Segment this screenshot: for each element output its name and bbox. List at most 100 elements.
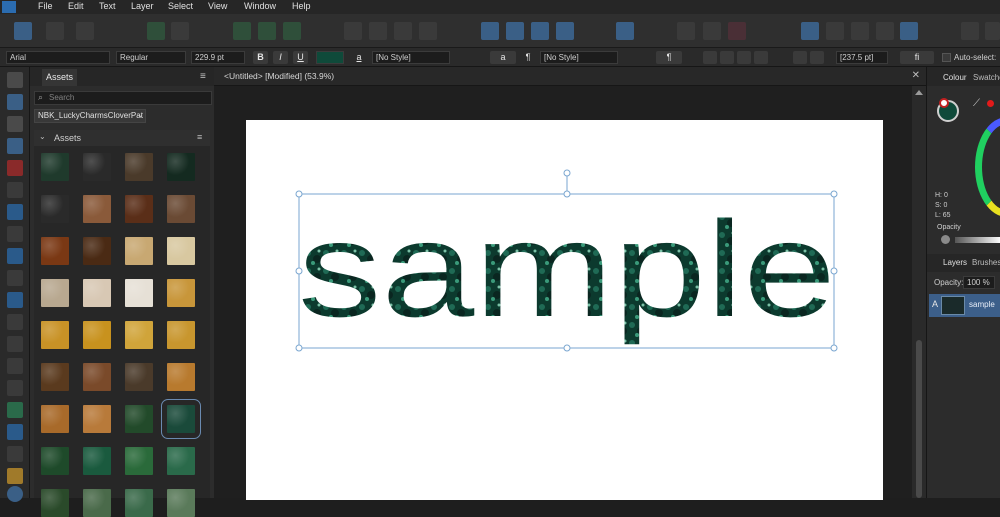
subcategory-header[interactable]: Assets	[34, 130, 210, 146]
resize-handle[interactable]	[563, 344, 571, 352]
menu-edit[interactable]: Edit	[68, 1, 84, 11]
document-setup-icon[interactable]	[147, 22, 165, 40]
resize-handle[interactable]	[830, 267, 838, 275]
tracking-field[interactable]: [237.5 pt]	[836, 51, 888, 64]
tab-swatches[interactable]: Swatche	[973, 73, 1000, 82]
underline-button[interactable]: U	[293, 51, 308, 64]
asset-swatch[interactable]	[41, 279, 69, 307]
opacity-slider[interactable]	[955, 237, 1000, 243]
ellipse-tool-icon[interactable]	[7, 358, 23, 374]
asset-swatch[interactable]	[125, 237, 153, 265]
tab-colour[interactable]: Colour	[943, 73, 967, 82]
resize-handle[interactable]	[295, 267, 303, 275]
asset-swatch[interactable]	[83, 195, 111, 223]
align-icon[interactable]	[616, 22, 634, 40]
text-fill-swatch[interactable]	[316, 51, 344, 64]
menu-window[interactable]: Window	[244, 1, 276, 11]
boolean-xor-icon[interactable]	[876, 22, 894, 40]
stroke-colour-well[interactable]	[939, 98, 949, 108]
snapping-magnet-icon[interactable]	[728, 22, 746, 40]
move-tool-icon[interactable]	[7, 72, 23, 88]
asset-swatch[interactable]	[167, 489, 195, 517]
node-tool-icon[interactable]	[7, 116, 23, 132]
eyedropper-icon[interactable]: ⟋	[973, 98, 980, 109]
menu-file[interactable]: File	[38, 1, 53, 11]
transform-origin-icon[interactable]	[677, 22, 695, 40]
asset-swatch[interactable]	[41, 321, 69, 349]
order-front-icon[interactable]	[419, 22, 437, 40]
corner-tool-icon[interactable]	[7, 160, 23, 176]
canvas[interactable]: sample	[214, 86, 912, 500]
menu-help[interactable]: Help	[292, 1, 311, 11]
asset-swatch[interactable]	[125, 447, 153, 475]
colour-wheel[interactable]	[975, 117, 1000, 217]
paragraph-style-field[interactable]: [No Style]	[540, 51, 618, 64]
font-family-field[interactable]: Arial	[6, 51, 110, 64]
asset-swatch[interactable]	[125, 279, 153, 307]
persona-export-icon[interactable]	[76, 22, 94, 40]
asset-swatch[interactable]	[41, 237, 69, 265]
persona-pixel-icon[interactable]	[46, 22, 64, 40]
bullets-icon[interactable]	[793, 51, 807, 64]
asset-swatch[interactable]	[167, 447, 195, 475]
scroll-up-icon[interactable]	[915, 90, 923, 95]
crop-tool-icon[interactable]	[7, 314, 23, 330]
artistic-text-tool-icon[interactable]	[7, 424, 23, 440]
ligatures-button[interactable]: fi	[900, 51, 934, 64]
resize-handle[interactable]	[563, 190, 571, 198]
asset-swatch[interactable]	[41, 405, 69, 433]
layer-name[interactable]: sample	[969, 300, 995, 309]
italic-button[interactable]: I	[273, 51, 288, 64]
tab-assets[interactable]: Assets	[42, 69, 78, 86]
app-logo-icon[interactable]	[2, 1, 16, 13]
more-icon[interactable]	[985, 22, 1000, 40]
align-center-icon[interactable]	[720, 51, 734, 64]
asset-swatch[interactable]	[125, 363, 153, 391]
zoom-tool-icon[interactable]	[7, 486, 23, 502]
document-title[interactable]: <Untitled> [Modified] (53.9%)	[224, 71, 334, 81]
asset-swatch[interactable]	[83, 237, 111, 265]
asset-swatch[interactable]	[41, 489, 69, 517]
resize-handle[interactable]	[830, 344, 838, 352]
menu-select[interactable]: Select	[168, 1, 193, 11]
boolean-add-icon[interactable]	[801, 22, 819, 40]
numbering-icon[interactable]	[810, 51, 824, 64]
asset-swatch[interactable]	[125, 405, 153, 433]
grid-icon[interactable]	[703, 22, 721, 40]
sample-text[interactable]: sample	[298, 193, 836, 345]
asset-swatch[interactable]	[83, 321, 111, 349]
search-input[interactable]: Search	[34, 91, 212, 105]
asset-swatch[interactable]	[125, 153, 153, 181]
asset-swatch[interactable]	[41, 447, 69, 475]
panel-menu-icon[interactable]: ≡	[200, 71, 206, 82]
resize-handle[interactable]	[295, 344, 303, 352]
layer-row[interactable]: A sample	[929, 294, 1000, 317]
close-document-icon[interactable]: ✕	[912, 70, 920, 81]
bold-button[interactable]: B	[253, 51, 268, 64]
menu-text[interactable]: Text	[99, 1, 116, 11]
auto-select-checkbox[interactable]	[942, 53, 951, 62]
asset-swatch[interactable]	[83, 153, 111, 181]
menu-view[interactable]: View	[208, 1, 227, 11]
snap-options-icon[interactable]	[258, 22, 276, 40]
asset-swatch[interactable]	[125, 489, 153, 517]
rotate-left-icon[interactable]	[531, 22, 549, 40]
vertical-scrollbar[interactable]	[912, 86, 926, 498]
asset-swatch[interactable]	[41, 363, 69, 391]
flip-horizontal-icon[interactable]	[481, 22, 499, 40]
align-left-icon[interactable]	[703, 51, 717, 64]
flip-vertical-icon[interactable]	[506, 22, 524, 40]
asset-swatch[interactable]	[83, 363, 111, 391]
asset-swatch[interactable]	[83, 279, 111, 307]
contour-tool-icon[interactable]	[7, 138, 23, 154]
asset-swatch[interactable]	[41, 195, 69, 223]
recent-colour-dot[interactable]	[987, 100, 994, 107]
asset-category-select[interactable]: NBK_LuckyCharmsCloverPat	[34, 109, 146, 123]
order-back-icon[interactable]	[344, 22, 362, 40]
layer-opacity-field[interactable]: 100 %	[963, 276, 995, 289]
asset-swatch[interactable]	[167, 195, 195, 223]
font-style-field[interactable]: Regular	[116, 51, 186, 64]
asset-swatch[interactable]	[125, 195, 153, 223]
snap-geometry-icon[interactable]	[283, 22, 301, 40]
color-picker-tool-icon[interactable]	[7, 446, 23, 462]
